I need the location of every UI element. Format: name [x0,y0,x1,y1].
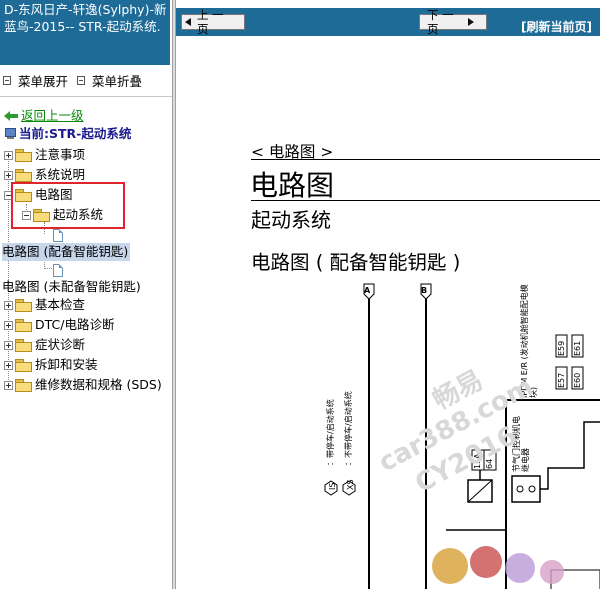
current-location: 当前:STR-起动系统 [4,125,131,143]
legend-xs-text: ：不带停车/启动系统 [344,391,353,466]
tree-item-dtc-diagnosis[interactable]: DTC/电路诊断 [4,316,114,334]
tree-item-label: 基本检查 [35,297,86,312]
expand-plus-icon[interactable] [4,340,13,350]
connector-e61-label: E61 [573,340,582,356]
back-link-label: 返回上一级 [21,108,84,123]
left-arrow-icon [185,18,191,26]
tree-item-label: 注意事项 [35,147,86,162]
folder-icon [15,359,32,372]
tree-item-label: 电路图 (配备智能钥匙) [2,244,129,259]
menu-collapse-label: 菜单折叠 [92,74,143,89]
tree-item-basic-inspection[interactable]: 基本检查 [4,296,85,314]
relay-symbol [511,475,541,503]
expand-icon [3,76,11,85]
page-toolbar: 上 一 页 下 一 页 [刷新当前页] [176,8,600,36]
document-icon [53,228,63,242]
computer-icon [4,128,16,140]
next-page-button[interactable]: 下 一 页 [419,8,487,36]
tree-item-label: 电路图 (未配备智能钥匙) [2,279,141,294]
expand-plus-icon[interactable] [4,150,13,160]
tree-item-label: 拆卸和安装 [35,357,98,372]
menu-collapse-button[interactable]: 菜单折叠 [77,71,142,90]
wire [540,421,600,490]
right-arrow-icon [468,18,474,26]
document-pane: 上 一 页 下 一 页 [刷新当前页] < 电路图 > 电路图 起动系统 电路图… [176,0,600,589]
prev-page-button[interactable]: 上 一 页 [181,8,245,36]
next-page-label: 下 一 页 [427,8,454,36]
back-arrow-icon [4,111,18,121]
navigation-pane: D-东风日产-轩逸(Sylphy)-新蓝鸟-2015-- STR-起动系统. 菜… [0,0,172,589]
current-location-label: 当前:STR-起动系统 [19,126,132,141]
document-icon [53,263,63,277]
watermark-logo [432,546,564,584]
expand-plus-icon[interactable] [4,170,13,180]
tree-item-diagram-with-smart-key[interactable]: 电路图 (配备智能钥匙) [2,243,131,261]
menu-expand-button[interactable]: 菜单展开 [3,71,68,90]
section-title: 电路图 ( 配备智能钥匙 ) [251,251,461,274]
tree-item-removal-installation[interactable]: 拆卸和安装 [4,356,98,374]
tree-item-service-data[interactable]: 维修数据和规格 (SDS) [4,376,162,394]
divider [0,96,172,97]
connector-label-b: B [421,286,428,295]
legend-is: IS [328,482,337,490]
legend-is-text: ：带停车/启动系统 [326,399,335,466]
expand-plus-icon[interactable] [4,380,13,390]
menu-bar: 菜单展开 菜单折叠 [0,66,172,94]
folder-icon [15,299,32,312]
divider [251,200,600,201]
back-link[interactable]: 返回上一级 [4,107,84,125]
refresh-page-link[interactable]: [刷新当前页] [521,18,592,35]
connector-e59-label: E59 [557,340,566,356]
tree-item-label: 维修数据和规格 (SDS) [35,377,162,392]
highlight-box [11,182,125,229]
collapse-icon [77,76,85,85]
folder-icon [15,319,32,332]
connector-label-a: A [364,286,371,295]
legend-xs: XS [346,479,355,490]
tree-item-precautions[interactable]: 注意事项 [4,146,85,164]
folder-icon [15,379,32,392]
manual-title: D-东风日产-轩逸(Sylphy)-新蓝鸟-2015-- STR-起动系统. [0,0,170,65]
divider [251,159,600,160]
page-subtitle: 起动系统 [251,208,331,232]
expand-plus-icon[interactable] [4,360,13,370]
folder-icon [15,169,32,182]
folder-icon [15,149,32,162]
tree-item-label: 症状诊断 [35,337,86,352]
menu-expand-label: 菜单展开 [18,74,69,89]
tree-item-doc[interactable] [53,261,63,279]
folder-icon [15,339,32,352]
connector-e60-label: E60 [573,372,582,388]
tree-item-label: DTC/电路诊断 [35,317,115,332]
expand-plus-icon[interactable] [4,300,13,310]
page-title: 电路图 [250,169,335,202]
prev-page-label: 上 一 页 [197,8,224,36]
tree-item-symptom-diagnosis[interactable]: 症状诊断 [4,336,85,354]
expand-plus-icon[interactable] [4,320,13,330]
tree-item-diagram-without-smart-key[interactable]: 电路图 (未配备智能钥匙) [2,278,141,296]
connector-e57-label: E57 [557,372,566,388]
